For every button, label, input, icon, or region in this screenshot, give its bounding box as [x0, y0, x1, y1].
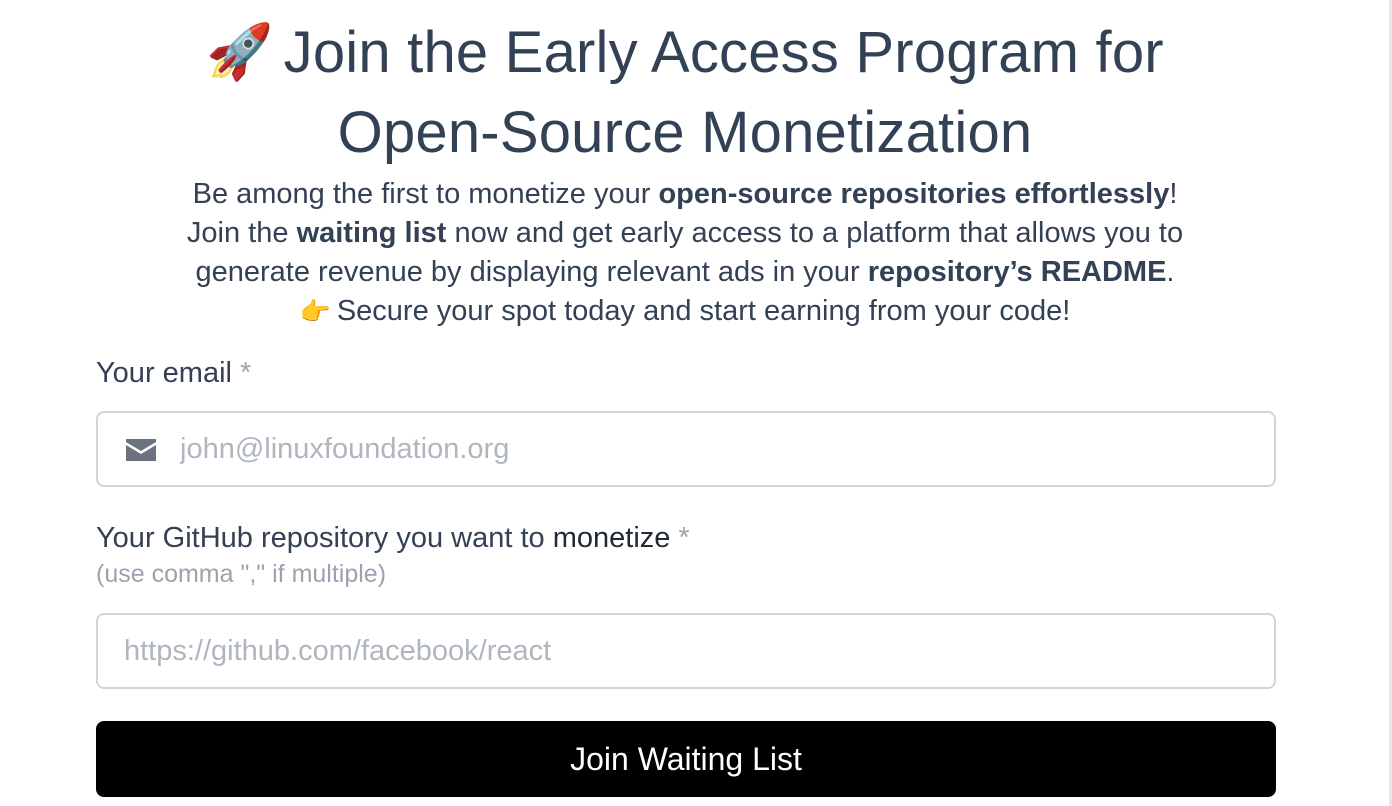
repo-label-text: Your GitHub repository you want to	[96, 522, 553, 554]
repo-hint: (use comma "," if multiple)	[96, 560, 387, 588]
email-input[interactable]	[178, 413, 1258, 485]
title-line-2: Open-Source Monetization	[337, 100, 1033, 165]
page: 🚀 Join the Early Access Program for Open-…	[0, 0, 1392, 806]
intro-line2-end: now and get early access to a platform t…	[446, 217, 1184, 249]
repo-required-mark: *	[678, 522, 690, 554]
repo-label-strong: monetize	[552, 522, 671, 554]
intro-line4-text: Secure your spot today and start earning…	[336, 295, 1071, 327]
repo-field[interactable]	[96, 613, 1276, 689]
email-field[interactable]	[96, 411, 1276, 487]
intro-line1-end: !	[1169, 178, 1178, 210]
envelope-icon	[126, 439, 156, 461]
intro-text: Be among the first to monetize your open…	[0, 175, 1370, 332]
intro-line1-text: Be among the first to monetize your	[192, 178, 659, 210]
intro-line3-bold: repository’s README	[867, 256, 1167, 288]
header: 🚀 Join the Early Access Program for Open-…	[0, 12, 1370, 332]
rocket-icon: 🚀	[206, 22, 274, 82]
intro-line3-end: .	[1166, 256, 1175, 288]
intro-line2-bold: waiting list	[296, 217, 447, 249]
waitlist-form: Your email* Your GitHub repository you w…	[96, 352, 1276, 797]
title-line-1: Join the Early Access Program for	[283, 20, 1164, 85]
pointing-hand-icon: 👉	[299, 298, 331, 326]
email-required-mark: *	[239, 357, 252, 389]
repo-input[interactable]	[122, 615, 1258, 687]
join-waiting-list-button[interactable]: Join Waiting List	[96, 721, 1276, 797]
repo-label: Your GitHub repository you want to monet…	[96, 517, 1276, 559]
email-label-text: Your email	[96, 357, 232, 389]
page-title: 🚀 Join the Early Access Program for Open-…	[0, 12, 1370, 173]
email-label: Your email *	[96, 352, 1276, 394]
intro-line2-text: Join the	[186, 217, 297, 249]
intro-line3-text: generate revenue by displaying relevant …	[195, 256, 868, 288]
intro-line1-bold: open-source repositories effortlessly	[658, 178, 1170, 210]
